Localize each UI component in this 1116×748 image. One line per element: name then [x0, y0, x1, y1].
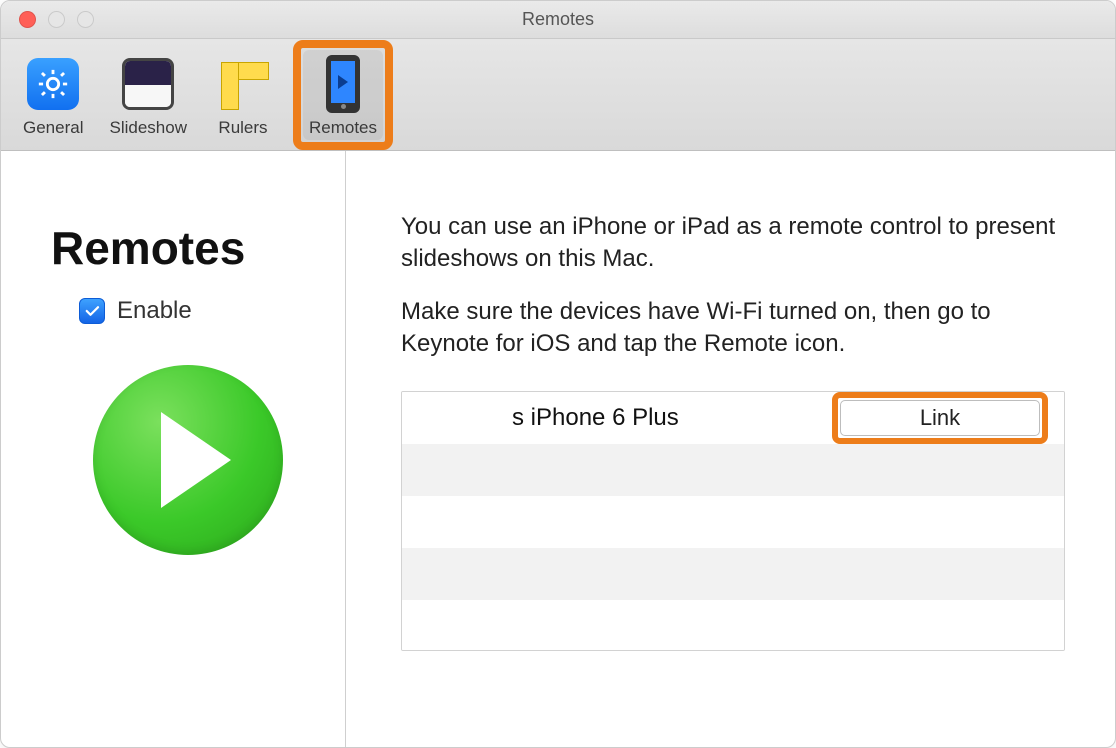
description-line-2: Make sure the devices have Wi-Fi turned …: [401, 296, 1065, 361]
play-icon: [161, 412, 231, 508]
tab-slideshow[interactable]: Slideshow: [103, 50, 193, 140]
description-line-1: You can use an iPhone or iPad as a remot…: [401, 211, 1065, 276]
remotes-main-panel: You can use an iPhone or iPad as a remot…: [346, 151, 1115, 747]
link-device-button[interactable]: Link: [840, 400, 1040, 436]
window-title: Remotes: [1, 9, 1115, 30]
link-button-highlight: Link: [832, 392, 1048, 444]
device-row-empty: [402, 548, 1064, 600]
device-row-empty: [402, 600, 1064, 651]
play-button[interactable]: [93, 365, 283, 555]
remotes-sidebar: Remotes Enable: [1, 151, 346, 747]
sidebar-heading: Remotes: [51, 221, 325, 275]
checkmark-icon: [83, 302, 101, 320]
tab-remotes[interactable]: Remotes: [303, 50, 383, 140]
device-row[interactable]: s iPhone 6 Plus Link: [402, 392, 1064, 444]
preferences-window: Remotes General Slideshow: [0, 0, 1116, 748]
device-row-empty: [402, 444, 1064, 496]
enable-label: Enable: [117, 297, 192, 325]
gear-icon: [27, 58, 79, 110]
tab-label: Remotes: [309, 118, 377, 138]
preferences-toolbar: General Slideshow Rulers: [1, 39, 1115, 151]
enable-remotes-option[interactable]: Enable: [79, 297, 325, 325]
tab-label: Slideshow: [109, 118, 187, 138]
slideshow-icon: [122, 58, 174, 110]
tab-rulers[interactable]: Rulers: [207, 50, 279, 140]
tab-general[interactable]: General: [17, 50, 89, 140]
devices-list: s iPhone 6 Plus Link: [401, 391, 1065, 651]
ruler-icon: [217, 58, 269, 110]
tab-remotes-highlight: Remotes: [293, 40, 393, 150]
titlebar: Remotes: [1, 1, 1115, 39]
enable-checkbox[interactable]: [79, 298, 105, 324]
tab-label: Rulers: [218, 118, 267, 138]
phone-remote-icon: [326, 55, 360, 113]
content-area: Remotes Enable You can use an iPhone or …: [1, 151, 1115, 747]
tab-label: General: [23, 118, 83, 138]
device-row-empty: [402, 496, 1064, 548]
device-name: s iPhone 6 Plus: [422, 404, 832, 432]
